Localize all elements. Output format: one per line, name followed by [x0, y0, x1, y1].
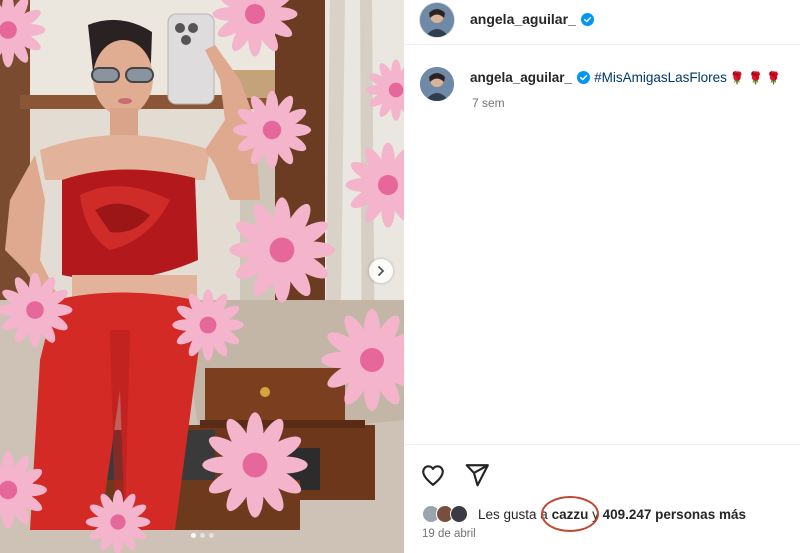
avatar-image [420, 67, 454, 101]
heart-icon [422, 465, 444, 486]
carousel-dot [199, 533, 205, 538]
actions-divider [404, 444, 800, 445]
caption-username[interactable]: angela_aguilar_ [470, 70, 572, 85]
liker-username[interactable]: cazzu [552, 507, 589, 522]
post-caption: angela_aguilar_ #MisAmigasLasFlores 🌹 🌹 🌹 [470, 70, 790, 86]
avatar-image [420, 3, 454, 37]
likes-count[interactable]: 409.247 personas más [603, 507, 746, 522]
send-icon [465, 464, 489, 487]
likes-conjunction: y [592, 507, 599, 522]
rose-emoji: 🌹 🌹 🌹 [729, 71, 782, 85]
carousel-dots [0, 533, 404, 539]
likes-text: Les gusta a cazzu y 409.247 personas más [478, 507, 746, 522]
post-date[interactable]: 19 de abril [422, 528, 476, 540]
verified-badge-icon [577, 71, 591, 84]
post-details-panel: angela_aguilar_ angela_aguilar_ #MisAmig… [404, 0, 800, 553]
header-username-text[interactable]: angela_aguilar_ [470, 11, 576, 27]
like-button[interactable] [420, 462, 446, 488]
chevron-right-icon [378, 266, 385, 276]
carousel-dot [190, 533, 196, 538]
liker-avatar [450, 505, 468, 523]
post-photo[interactable] [0, 0, 404, 553]
header-username[interactable]: angela_aguilar_ [470, 11, 594, 27]
verified-badge-icon [580, 13, 594, 26]
share-button[interactable] [464, 462, 490, 488]
photo-illustration [0, 0, 404, 553]
profile-avatar[interactable] [420, 3, 454, 37]
caption-hashtag[interactable]: #MisAmigasLasFlores [594, 70, 727, 85]
caption-timestamp[interactable]: 7 sem [472, 96, 505, 110]
header-divider [404, 44, 800, 45]
carousel-dot [208, 533, 214, 538]
liker-avatars[interactable] [422, 505, 478, 525]
likes-prefix: Les gusta a [478, 507, 548, 522]
caption-avatar[interactable] [420, 67, 454, 101]
carousel-next-button[interactable] [369, 259, 393, 283]
